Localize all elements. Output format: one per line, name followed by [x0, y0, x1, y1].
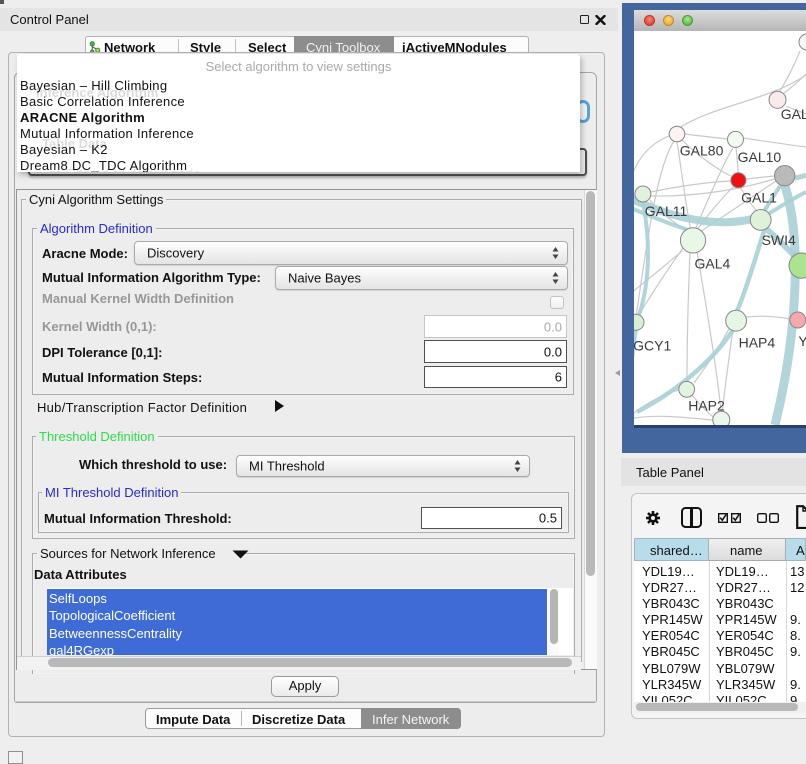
svg-text:GAL80: GAL80: [680, 143, 724, 159]
svg-text:SWI4: SWI4: [762, 232, 796, 248]
svg-text:GAL4: GAL4: [695, 256, 731, 272]
svg-text:GAL10: GAL10: [738, 149, 782, 165]
svg-text:GAL1: GAL1: [741, 190, 777, 206]
svg-text:GCY1: GCY1: [634, 338, 671, 354]
svg-text:GAL: GAL: [781, 106, 806, 122]
svg-text:Y: Y: [798, 333, 806, 349]
svg-text:HAP2: HAP2: [688, 397, 725, 413]
svg-text:HAP4: HAP4: [739, 334, 776, 350]
svg-text:GAL11: GAL11: [645, 203, 688, 219]
